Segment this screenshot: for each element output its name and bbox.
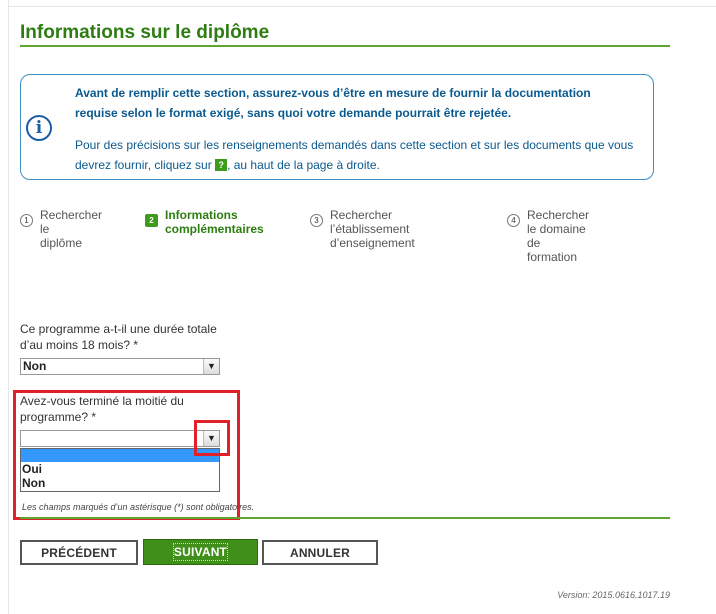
step-label-2: Informations complémentaires [165,208,264,236]
page-border-top [8,6,716,7]
step-label-3-line1: Rechercher l’établissement [330,208,410,236]
step-number-1: 1 [20,214,33,227]
highlight-box-dropdown-button [194,420,230,456]
step-label-3: Rechercher l’établissement d’enseignemen… [330,208,415,250]
help-icon: ? [215,159,228,171]
previous-button[interactable]: PRÉCÉDENT [20,540,138,565]
step-label-4: Rechercher le domaine de formation [527,208,589,264]
step-label-3-line2: d’enseignement [330,236,415,250]
info-circle-icon: i [26,115,52,141]
duration-select[interactable]: Non ▼ [20,358,220,375]
step-label-4-line1: Rechercher le domaine [527,208,590,236]
bottom-divider [20,517,670,519]
duration-select-value: Non [23,359,47,373]
step-label-1-line1: Rechercher le [40,208,103,236]
step-number-3: 3 [310,214,323,227]
next-button[interactable]: SUIVANT [143,539,258,565]
step-number-2: 2 [145,214,158,227]
step-label-1-line2: diplôme [40,236,83,250]
notice-help-text-after: , au haut de la page à droite. [227,158,380,172]
step-label-4-line2: de formation [527,236,578,264]
step-label-2-line1: Informations [165,208,238,222]
version-label: Version: 2015.0616.1017.19 [557,590,670,600]
duration-question-line2: d’au moins 18 mois? * [20,338,139,352]
duration-question-label: Ce programme a-t-il une durée totale d’a… [20,321,217,353]
chevron-down-icon[interactable]: ▼ [203,359,219,374]
duration-question-line1: Ce programme a-t-il une durée totale [20,322,217,336]
notice-help-text: Pour des précisions sur les renseignemen… [75,135,645,175]
step-label-2-line2: complémentaires [165,222,264,236]
info-notice: i Avant de remplir cette section, assure… [20,74,654,180]
page-border [8,0,9,614]
title-divider [20,45,670,47]
step-number-4: 4 [507,214,520,227]
page-title: Informations sur le diplôme [20,22,270,43]
notice-warning-text: Avant de remplir cette section, assurez-… [75,86,591,120]
next-button-focus-ring [173,543,228,561]
cancel-button[interactable]: ANNULER [262,540,378,565]
step-label-1: Rechercher le diplôme [40,208,102,250]
